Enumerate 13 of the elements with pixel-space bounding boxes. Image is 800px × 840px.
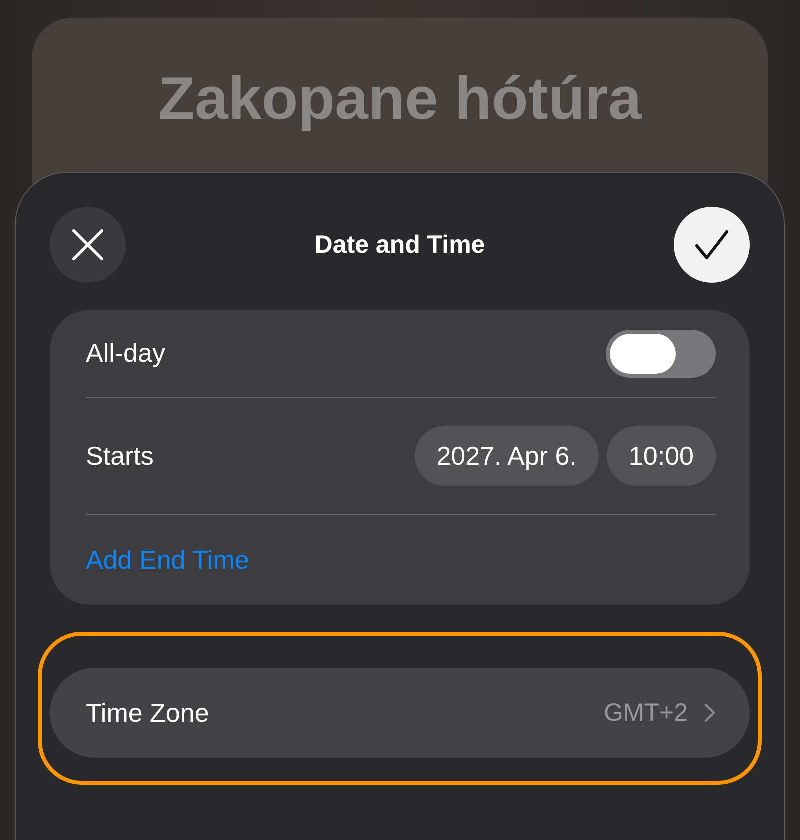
checkmark-icon: [695, 230, 729, 260]
toggle-switch[interactable]: [606, 330, 716, 378]
event-title: Zakopane hótúra: [158, 64, 642, 134]
close-icon: [71, 228, 105, 262]
time-zone-value: GMT+2: [604, 698, 688, 728]
chevron-icon: [704, 703, 716, 723]
time-button[interactable]: 10:00: [606, 426, 716, 486]
sheet-title: Date and Time: [314, 230, 486, 260]
row-label: All-day: [86, 338, 166, 369]
row-label: Time Zone: [86, 698, 210, 728]
time-zone-row[interactable]: Time Zone GMT+2: [50, 668, 750, 758]
date-button[interactable]: 2027. Apr 6.: [414, 426, 599, 486]
row-label: Starts: [86, 440, 154, 472]
